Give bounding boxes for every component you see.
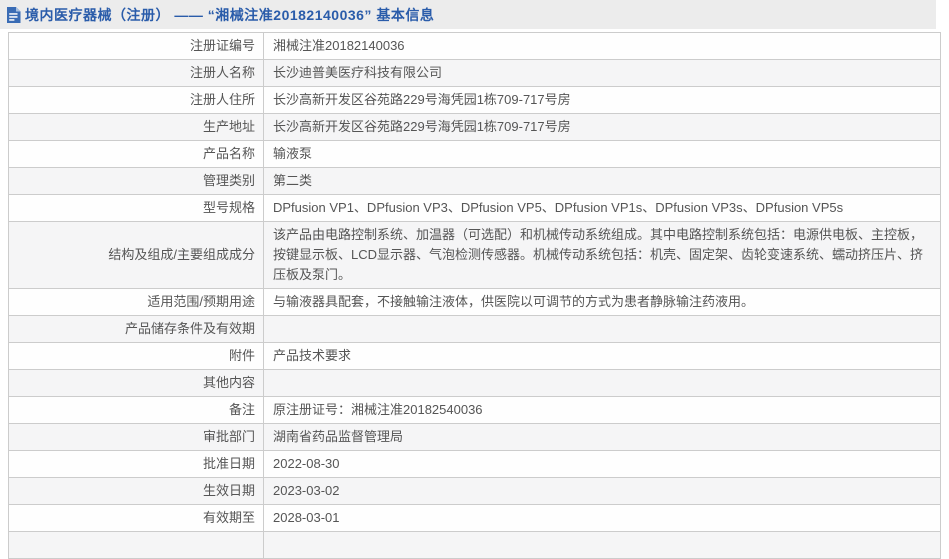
row-value: 长沙高新开发区谷苑路229号海凭园1栋709-717号房 xyxy=(264,87,941,114)
row-value xyxy=(264,316,941,343)
table-row-partial xyxy=(9,532,941,559)
row-label: 产品名称 xyxy=(9,141,264,168)
table-row: 生产地址长沙高新开发区谷苑路229号海凭园1栋709-717号房 xyxy=(9,114,941,141)
row-value: 原注册证号：湘械注准20182540036 xyxy=(264,397,941,424)
table-row: 生效日期2023-03-02 xyxy=(9,478,941,505)
table-row: 附件产品技术要求 xyxy=(9,343,941,370)
page-header: 境内医疗器械（注册） —— “湘械注准20182140036” 基本信息 xyxy=(0,0,936,29)
table-row: 管理类别第二类 xyxy=(9,168,941,195)
table-row: 结构及组成/主要组成成分该产品由电路控制系统、加温器（可选配）和机械传动系统组成… xyxy=(9,222,941,289)
row-label: 生产地址 xyxy=(9,114,264,141)
row-value xyxy=(264,532,941,559)
table-row: 备注原注册证号：湘械注准20182540036 xyxy=(9,397,941,424)
row-value: 长沙高新开发区谷苑路229号海凭园1栋709-717号房 xyxy=(264,114,941,141)
table-row: 审批部门湖南省药品监督管理局 xyxy=(9,424,941,451)
row-label xyxy=(9,532,264,559)
row-label: 附件 xyxy=(9,343,264,370)
row-label: 管理类别 xyxy=(9,168,264,195)
row-value: 长沙迪普美医疗科技有限公司 xyxy=(264,60,941,87)
row-value xyxy=(264,370,941,397)
row-value: 湖南省药品监督管理局 xyxy=(264,424,941,451)
registration-info-table: 注册证编号湘械注准20182140036注册人名称长沙迪普美医疗科技有限公司注册… xyxy=(8,32,941,559)
row-label: 生效日期 xyxy=(9,478,264,505)
row-value: 产品技术要求 xyxy=(264,343,941,370)
table-row: 注册人名称长沙迪普美医疗科技有限公司 xyxy=(9,60,941,87)
row-label: 结构及组成/主要组成成分 xyxy=(9,222,264,289)
row-label: 备注 xyxy=(9,397,264,424)
row-label: 批准日期 xyxy=(9,451,264,478)
row-label: 注册证编号 xyxy=(9,33,264,60)
table-row: 批准日期2022-08-30 xyxy=(9,451,941,478)
table-row: 其他内容 xyxy=(9,370,941,397)
row-value: 第二类 xyxy=(264,168,941,195)
table-row: 注册人住所长沙高新开发区谷苑路229号海凭园1栋709-717号房 xyxy=(9,87,941,114)
row-label: 产品储存条件及有效期 xyxy=(9,316,264,343)
row-label: 其他内容 xyxy=(9,370,264,397)
row-value: 与输液器具配套，不接触输注液体，供医院以可调节的方式为患者静脉输注药液用。 xyxy=(264,289,941,316)
table-row: 有效期至2028-03-01 xyxy=(9,505,941,532)
row-value: 湘械注准20182140036 xyxy=(264,33,941,60)
table-row: 注册证编号湘械注准20182140036 xyxy=(9,33,941,60)
row-label: 注册人住所 xyxy=(9,87,264,114)
page-title: 境内医疗器械（注册） —— “湘械注准20182140036” 基本信息 xyxy=(25,5,434,25)
table-row: 产品名称输液泵 xyxy=(9,141,941,168)
row-value: 该产品由电路控制系统、加温器（可选配）和机械传动系统组成。其中电路控制系统包括：… xyxy=(264,222,941,289)
row-label: 型号规格 xyxy=(9,195,264,222)
row-value: 2023-03-02 xyxy=(264,478,941,505)
row-label: 注册人名称 xyxy=(9,60,264,87)
table-row: 型号规格DPfusion VP1、DPfusion VP3、DPfusion V… xyxy=(9,195,941,222)
row-label: 审批部门 xyxy=(9,424,264,451)
row-value: DPfusion VP1、DPfusion VP3、DPfusion VP5、D… xyxy=(264,195,941,222)
row-label: 适用范围/预期用途 xyxy=(9,289,264,316)
table-row: 产品储存条件及有效期 xyxy=(9,316,941,343)
table-row: 适用范围/预期用途与输液器具配套，不接触输注液体，供医院以可调节的方式为患者静脉… xyxy=(9,289,941,316)
row-value: 2028-03-01 xyxy=(264,505,941,532)
row-value: 输液泵 xyxy=(264,141,941,168)
row-value: 2022-08-30 xyxy=(264,451,941,478)
row-label: 有效期至 xyxy=(9,505,264,532)
document-icon xyxy=(6,7,21,23)
registration-info-table-container: 注册证编号湘械注准20182140036注册人名称长沙迪普美医疗科技有限公司注册… xyxy=(8,32,941,559)
